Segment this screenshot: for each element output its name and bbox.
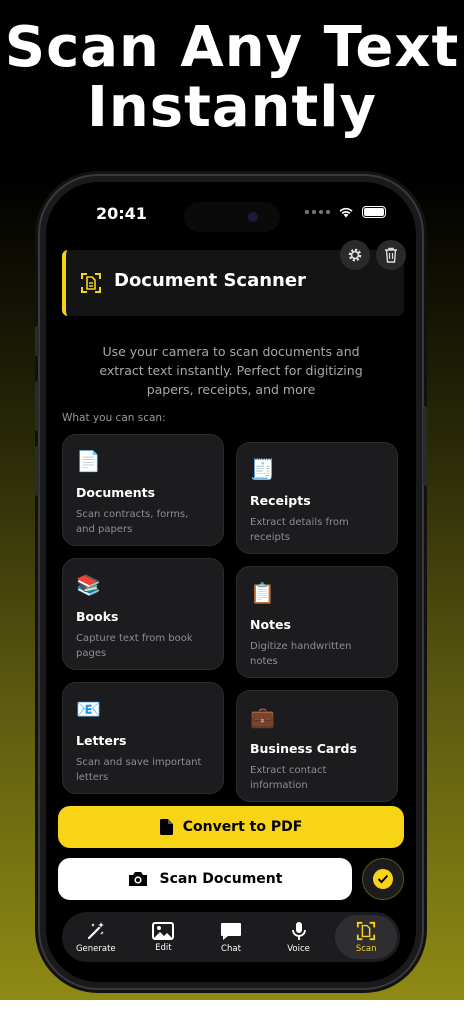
promo-headline: Scan Any Text Instantly	[0, 18, 464, 138]
tab-label: Chat	[221, 943, 241, 954]
delete-button[interactable]	[376, 240, 406, 270]
card-books[interactable]: 📚 Books Capture text from book pages	[62, 558, 224, 670]
convert-to-pdf-button[interactable]: Convert to PDF	[58, 806, 404, 848]
tab-label: Generate	[75, 943, 116, 954]
tab-generate[interactable]: Generate	[65, 915, 127, 959]
card-desc: Extract details from receipts	[250, 517, 349, 543]
card-title: Receipts	[250, 493, 311, 508]
image-icon	[152, 921, 175, 940]
card-title: Books	[76, 609, 119, 624]
tab-chat[interactable]: Chat	[200, 915, 262, 959]
headline-line2: Instantly	[87, 75, 377, 140]
chat-bubble-icon	[220, 922, 241, 940]
battery-icon	[362, 206, 386, 218]
app-screen: 20:41 Document Scanner Use your camera t…	[46, 182, 416, 982]
page-title: Document Scanner	[114, 270, 306, 291]
gear-icon	[348, 248, 362, 262]
clipboard-icon: 📋	[250, 581, 275, 605]
document-icon: 📄	[76, 449, 101, 473]
phone-frame: 20:41 Document Scanner Use your camera t…	[35, 176, 427, 988]
microphone-icon	[291, 921, 306, 940]
scan-document-icon	[357, 921, 376, 940]
tab-scan[interactable]: Scan	[335, 915, 398, 959]
receipt-icon: 🧾	[250, 457, 275, 481]
tab-voice[interactable]: Voice	[268, 915, 330, 959]
settings-button[interactable]	[340, 240, 370, 270]
status-time: 20:41	[96, 204, 147, 223]
file-icon	[159, 819, 173, 835]
wifi-icon	[339, 207, 353, 218]
volume-down-button	[35, 446, 39, 496]
card-desc: Digitize handwritten notes	[250, 641, 352, 667]
tab-bar: Generate Edit Chat Voice Scan	[62, 912, 400, 962]
envelope-icon: 📧	[76, 697, 101, 721]
card-desc: Scan contracts, forms, and papers	[76, 509, 189, 535]
volume-up-button	[35, 381, 39, 431]
scan-document-button[interactable]: Scan Document	[58, 858, 352, 900]
card-letters[interactable]: 📧 Letters Scan and save important letter…	[62, 682, 224, 794]
scan-document-label: Scan Document	[159, 871, 283, 887]
card-business-cards[interactable]: 💼 Business Cards Extract contact informa…	[236, 690, 398, 802]
section-label: What you can scan:	[62, 412, 166, 424]
card-desc: Extract contact information	[250, 765, 327, 791]
tab-label: Edit	[155, 942, 172, 953]
camera-icon	[128, 872, 147, 886]
checkmark-icon	[377, 874, 389, 884]
card-desc: Scan and save important letters	[76, 757, 202, 783]
tab-label: Scan	[355, 943, 377, 954]
power-button	[423, 406, 427, 486]
briefcase-icon: 💼	[250, 705, 275, 729]
headline-line1: Scan Any Text	[4, 15, 460, 80]
card-title: Documents	[76, 485, 156, 500]
books-icon: 📚	[76, 573, 101, 597]
signal-icon	[305, 210, 330, 214]
tab-label: Voice	[287, 943, 310, 954]
tab-edit[interactable]: Edit	[132, 915, 194, 959]
card-title: Letters	[76, 733, 127, 748]
confirm-button[interactable]	[362, 858, 404, 900]
card-notes[interactable]: 📋 Notes Digitize handwritten notes	[236, 566, 398, 678]
magic-wand-icon	[87, 921, 104, 939]
card-receipts[interactable]: 🧾 Receipts Extract details from receipts	[236, 442, 398, 554]
description: Use your camera to scan documents and ex…	[99, 344, 363, 397]
dynamic-island	[184, 202, 280, 232]
convert-to-pdf-label: Convert to PDF	[182, 819, 303, 835]
card-documents[interactable]: 📄 Documents Scan contracts, forms, and p…	[62, 434, 224, 546]
promo-poster: Scan Any Text Instantly 20:41 Document S…	[0, 0, 464, 1000]
card-title: Business Cards	[250, 741, 357, 756]
scan-document-icon	[81, 273, 101, 293]
trash-icon	[385, 247, 397, 263]
card-title: Notes	[250, 617, 291, 632]
mute-switch	[35, 326, 39, 356]
status-icons	[305, 206, 386, 218]
card-desc: Capture text from book pages	[76, 633, 193, 659]
